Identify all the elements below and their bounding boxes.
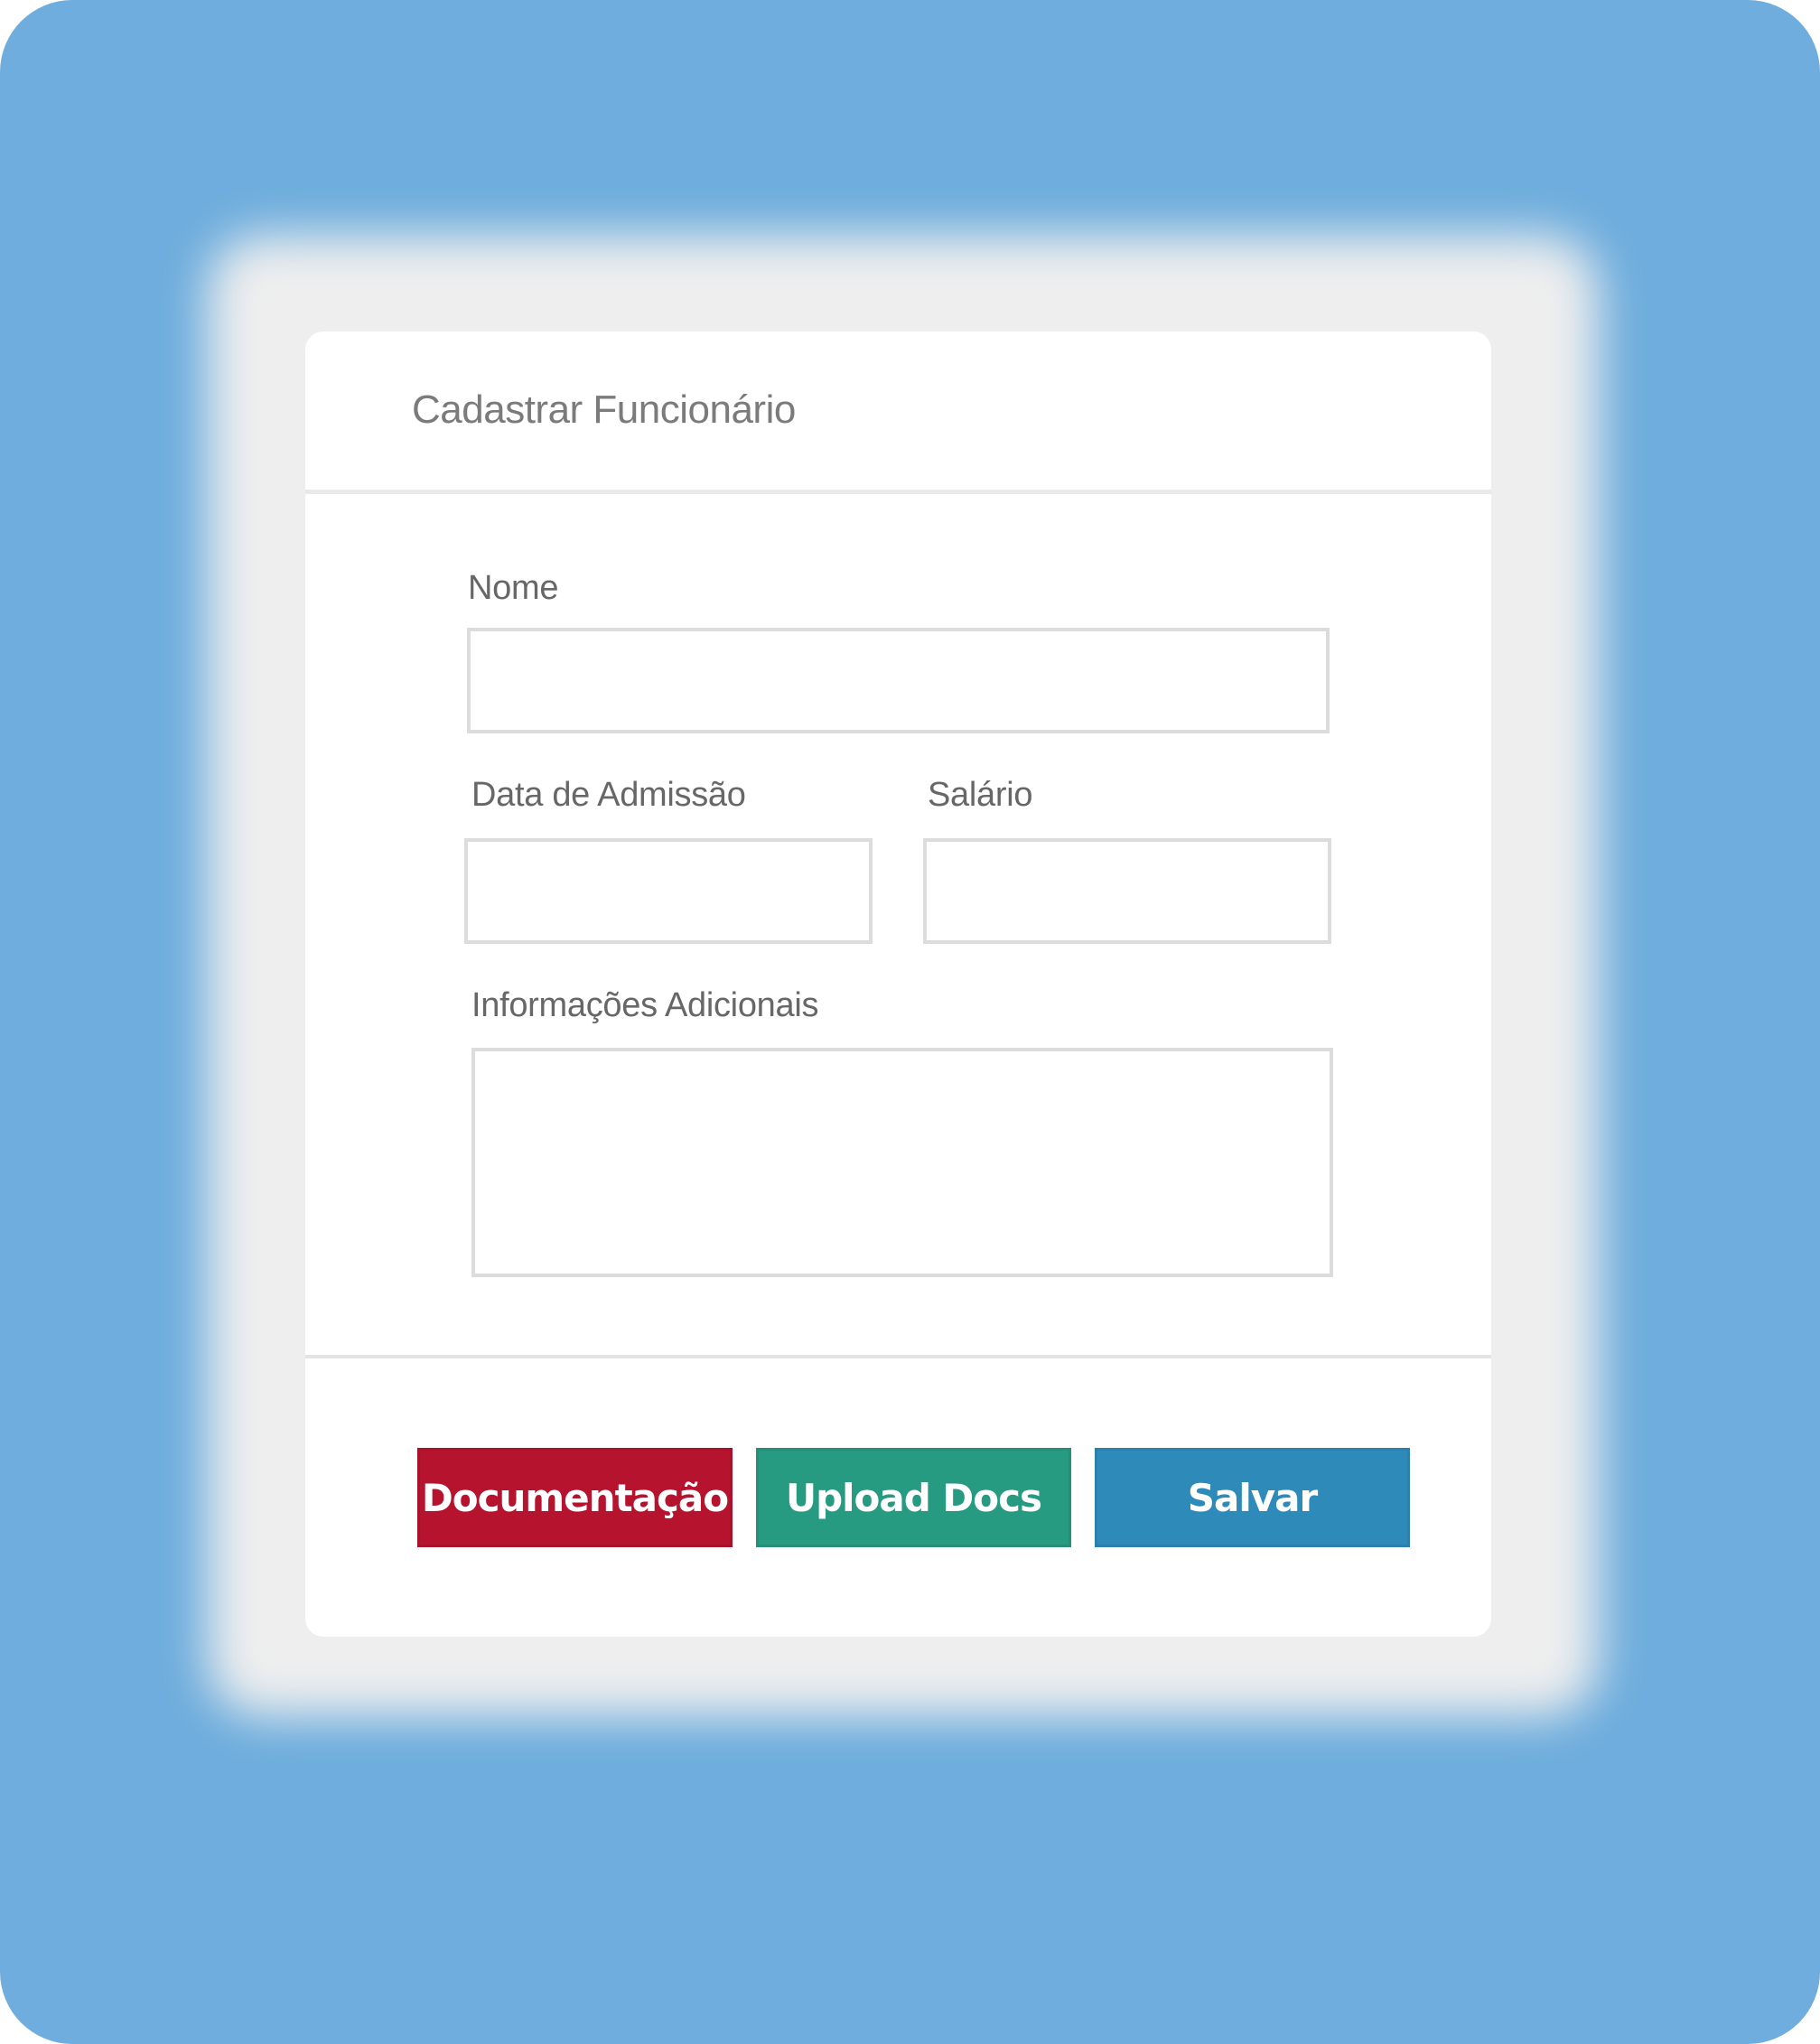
app-background: Cadastrar Funcionário Nome Data de Admis… — [0, 0, 1820, 2044]
data-admissao-label: Data de Admissão — [471, 776, 746, 814]
nome-input[interactable] — [467, 628, 1330, 733]
salario-label: Salário — [928, 776, 1033, 814]
footer-divider — [305, 1355, 1491, 1358]
documentacao-button[interactable]: Documentação — [417, 1448, 733, 1547]
salvar-button[interactable]: Salvar — [1095, 1448, 1410, 1547]
salario-input[interactable] — [923, 838, 1331, 944]
register-employee-modal: Cadastrar Funcionário Nome Data de Admis… — [305, 331, 1491, 1637]
documentacao-button-label: Documentação — [421, 1475, 729, 1520]
salvar-button-label: Salvar — [1187, 1475, 1318, 1520]
nome-label: Nome — [468, 569, 559, 607]
upload-docs-button[interactable]: Upload Docs — [756, 1448, 1071, 1547]
informacoes-label: Informações Adicionais — [471, 986, 819, 1024]
upload-docs-button-label: Upload Docs — [785, 1475, 1042, 1520]
modal-header: Cadastrar Funcionário — [305, 331, 1491, 494]
modal-title: Cadastrar Funcionário — [412, 387, 796, 432]
data-admissao-input[interactable] — [464, 838, 873, 944]
informacoes-textarea[interactable] — [471, 1048, 1333, 1277]
